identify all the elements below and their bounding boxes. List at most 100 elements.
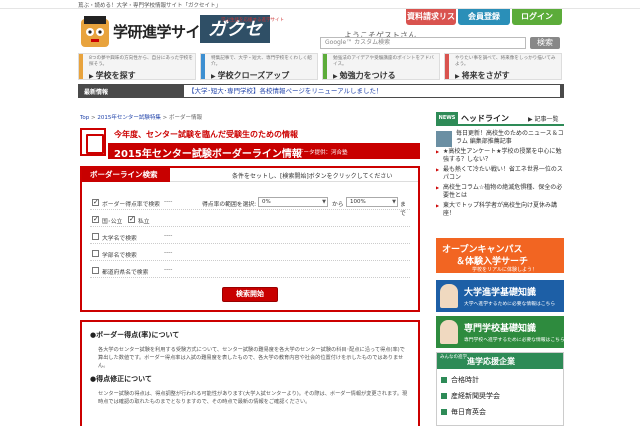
search-row-type: ✓ 国･公立 ✓ 私立 — [90, 213, 410, 227]
search-row-university: 大学名で検索 ---- — [90, 230, 410, 244]
page-title: 2015年センター試験ボーダーライン情報 — [114, 149, 302, 160]
student-figure-icon — [440, 284, 458, 308]
search-row-value: ---- — [164, 267, 173, 273]
support-item[interactable]: 産経新聞奨学会 — [441, 391, 500, 401]
breadcrumb-current: ボーダー情報 — [169, 115, 203, 121]
breadcrumb-separator: > — [91, 115, 96, 121]
headline-thumbnail — [436, 131, 452, 147]
public-checkbox[interactable]: ✓ — [92, 216, 99, 223]
square-bullet-icon — [441, 393, 447, 399]
breadcrumb-top[interactable]: Top — [80, 115, 89, 121]
search-panel-title: ボーダーライン検索 — [82, 168, 170, 182]
range-to-select[interactable]: 100% ▼ — [346, 197, 398, 207]
site-search-input[interactable]: Google™ カスタム検索 — [320, 37, 526, 49]
nav-tile-desc: 特集記事で、大学・短大、専門学校をくわしく紹介。 — [211, 56, 312, 67]
banner-line: 学校をリアルに体験しよう！ — [472, 267, 537, 273]
breadcrumb-separator: > — [162, 115, 168, 121]
site-strapline: 蔦ぶ・読める！大学・専門学校情報サイト「ガクセイト」 — [78, 3, 222, 9]
headline-item[interactable]: 東大でトップ科学者が高校生向け夏休み講座！ — [436, 202, 564, 218]
breadcrumb-section[interactable]: 2015年センター試験特集 — [97, 115, 161, 121]
nav-tile-desc: 勉強法のアイデアや受験講座のポイントをアドバイス。 — [333, 56, 434, 67]
support-item[interactable]: 毎日育英会 — [441, 407, 486, 417]
search-row-faculty: 学部名で検索 ---- — [90, 247, 410, 261]
latest-news-link[interactable]: 【大学･短大･専門学校】各校情報ページをリニューアルしました！ — [184, 85, 560, 97]
info-paragraph: 各大学のセンター試験を利用する受験方式について、センター試験の難易度を各大学のセ… — [98, 347, 405, 369]
banner-subtitle: 大学へ進学するために必要な情報はこちら — [464, 302, 556, 307]
nav-tile-title: ▶ 将来をさがす — [455, 71, 510, 80]
search-row-prefecture: 都道府県名で検索 ---- — [90, 264, 410, 278]
search-row-score: ✓ ボーダー得点率で検索 ---- 得点率の範囲を選択: 0% ▼ から 100%… — [90, 196, 410, 217]
search-row-label: 学部名で検索 — [102, 253, 137, 259]
square-bullet-icon — [441, 409, 447, 415]
site-search-button[interactable]: 検索 — [530, 37, 560, 49]
search-panel-hint: 条件をセットし、[検索開始]ボタンをクリックしてください — [232, 173, 393, 180]
register-button[interactable]: 会員登録 — [458, 9, 510, 25]
info-heading: ●得点修正について — [90, 375, 152, 383]
arrow-right-icon: ▶ — [333, 73, 338, 80]
range-mid-text: から — [332, 202, 344, 208]
arrow-right-icon: ▶ — [455, 73, 460, 80]
latest-news-bar: 最新情報 【大学･短大･専門学校】各校情報ページをリニューアルしました！ — [78, 84, 564, 98]
prefecture-checkbox[interactable] — [92, 267, 99, 274]
logo-tagline: 学ぶ生徒を応援する進学サイト — [221, 18, 284, 23]
site-header: 学研進学サイト ガクセイト 学ぶ生徒を応援する進学サイト ようこそゲストさん 資… — [0, 9, 640, 70]
breadcrumb: Top > 2015年センター試験特集 > ボーダー情報 — [80, 113, 202, 121]
top-strip: 蔦ぶ・読める！大学・専門学校情報サイト「ガクセイト」 — [0, 0, 640, 9]
nav-tile-desc: やりたい事を調べて、将来像をしっかり描いてみよう。 — [455, 56, 556, 67]
headline-item[interactable]: 高校生コラム☆植物の絶滅危惧種、保全の必要性とは — [436, 184, 564, 200]
private-label: 私立 — [138, 219, 150, 225]
latest-news-label: 最新情報 — [84, 89, 109, 96]
headline-list: 毎日更新！高校生のためのニュース＆コラム 編集部推薦記事 ★高校生アンケート★学… — [436, 130, 564, 218]
login-button[interactable]: ログイン — [512, 9, 562, 25]
search-row-value: ---- — [164, 199, 173, 205]
nav-tile-accent — [79, 54, 83, 79]
search-panel-header: ボーダーライン検索 条件をセットし、[検索開始]ボタンをクリックしてください — [82, 168, 418, 182]
square-bullet-icon — [441, 377, 447, 383]
doc-request-list-button[interactable]: 資料請求リスト — [406, 9, 456, 37]
private-checkbox[interactable]: ✓ — [128, 216, 135, 223]
main-nav: 8つの夢や興味の方向性から、自分にあった学校を探そう。 ▶ 学校を探す 特集記事で… — [78, 53, 564, 80]
search-row-label: ボーダー得点率で検索 — [102, 202, 160, 208]
info-paragraph: センター試験の得点は、得点調整が行われる可能性があります(大学入試センターより)… — [98, 391, 408, 405]
university-basics-banner[interactable]: 大学進学基礎知識 大学へ進学するために必要な情報はこちら — [436, 280, 564, 312]
vocational-basics-banner[interactable]: 専門学校基礎知識 専門学校へ進学するために必要な情報はこちら — [436, 316, 565, 348]
info-box: ●ボーダー得点(率)について 各大学のセンター試験を利用する受験方式について、セ… — [80, 320, 420, 426]
nav-tile-future[interactable]: やりたい事を調べて、将来像をしっかり描いてみよう。 ▶ 将来をさがす — [444, 53, 562, 80]
banner-title: 専門学校基礎知識 — [464, 324, 537, 334]
support-title: 進学応援企業 — [467, 357, 515, 366]
mascot-logo-icon[interactable] — [78, 15, 112, 47]
open-campus-banner[interactable]: オープンキャンパス ＆体験入学サーチ 学校をリアルに体験しよう！ — [436, 238, 564, 273]
university-checkbox[interactable] — [92, 233, 99, 240]
headline-label: ヘッドライン — [461, 114, 509, 123]
search-row-value: ---- — [164, 233, 173, 239]
score-search-checkbox[interactable]: ✓ — [92, 199, 99, 206]
headline-sidebar: NEWS ヘッドライン ▶ 記事一覧 毎日更新！高校生のためのニュース＆コラム … — [436, 112, 564, 220]
nav-tile-study[interactable]: 勉強法のアイデアや受験講座のポイントをアドバイス。 ▶ 勉強力をつける — [322, 53, 440, 80]
nav-tile-accent — [445, 54, 449, 79]
support-item[interactable]: 合格時計 — [441, 375, 479, 385]
range-from-select[interactable]: 0% ▼ — [258, 197, 328, 207]
public-label: 国･公立 — [102, 219, 123, 225]
data-source: データ提供：河合塾 — [298, 150, 348, 156]
search-row-label: 大学名で検索 — [102, 236, 137, 242]
support-tag: みんなの進学 — [440, 355, 467, 360]
student-figure-icon — [440, 320, 458, 344]
headline-item[interactable]: 毎日更新！高校生のためのニュース＆コラム 編集部推薦記事 — [436, 130, 564, 147]
support-header: みんなの進学 進学応援企業 — [437, 353, 563, 369]
range-label: 得点率の範囲を選択: — [202, 202, 257, 208]
nav-tile-accent — [201, 54, 205, 79]
headline-item[interactable]: 最も熱くて冷たい戦い！省エネ世界一位のスパコン — [436, 166, 564, 182]
search-start-button[interactable]: 検索開始 — [222, 287, 278, 302]
faculty-checkbox[interactable] — [92, 250, 99, 257]
arrow-right-icon: ▶ — [89, 73, 94, 80]
news-badge: NEWS — [436, 112, 458, 124]
nav-tile-school-closeup[interactable]: 特集記事で、大学・短大、専門学校をくわしく紹介。 ▶ 学校クローズアップ — [200, 53, 318, 80]
page-banner: 今年度、センター試験を臨んだ受験生のための情報 2015年センター試験ボーダーラ… — [80, 123, 420, 162]
page-subtitle: 今年度、センター試験を臨んだ受験生のための情報 — [114, 130, 298, 139]
info-heading: ●ボーダー得点(率)について — [90, 331, 180, 339]
headline-item[interactable]: ★高校生アンケート★学校の授業を中心に勉強する？しない？ — [436, 148, 564, 164]
nav-tile-find-school[interactable]: 8つの夢や興味の方向性から、自分にあった学校を探そう。 ▶ 学校を探す — [78, 53, 196, 80]
article-list-link[interactable]: ▶ 記事一覧 — [528, 114, 559, 123]
border-search-panel: ボーダーライン検索 条件をセットし、[検索開始]ボタンをクリックしてください ✓… — [80, 166, 420, 312]
nav-tile-accent — [323, 54, 327, 79]
